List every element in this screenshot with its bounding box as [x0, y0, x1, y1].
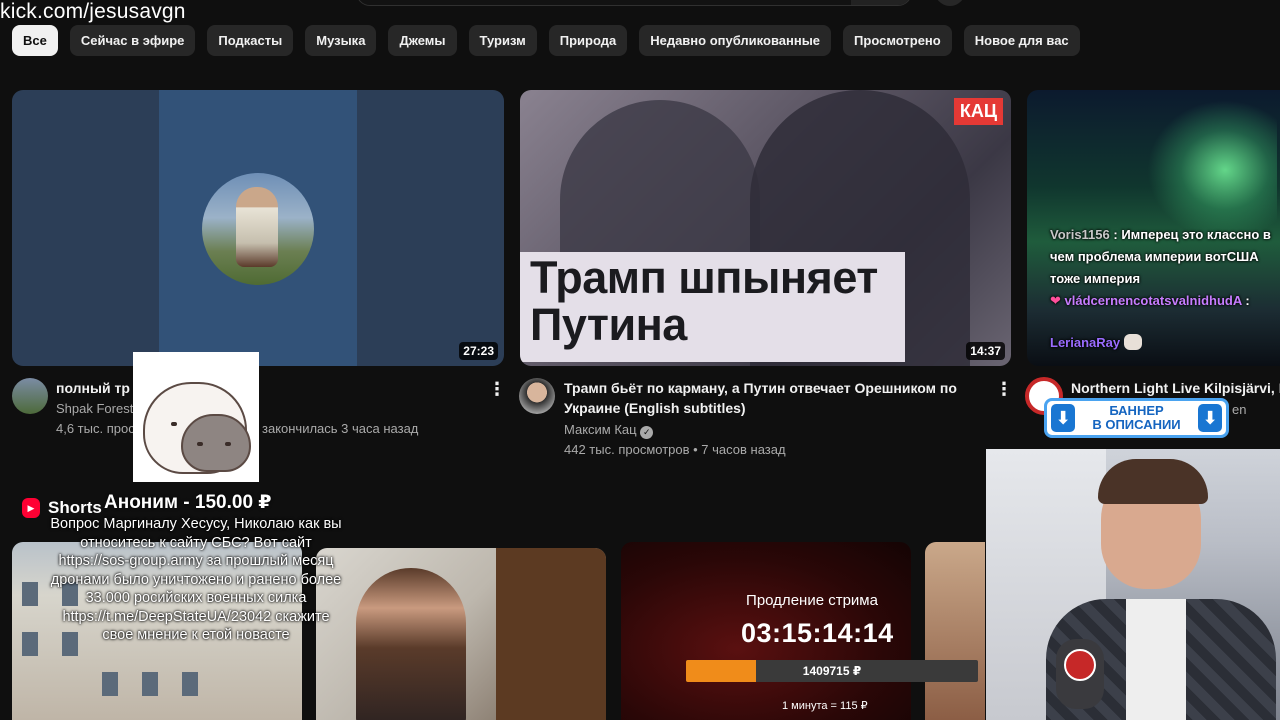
chat-overlay: Voris1156 : Имперец это классно в чем пр…	[1050, 224, 1278, 354]
verified-icon: ✓	[640, 426, 654, 439]
webcam-overlay	[986, 449, 1280, 720]
video-thumbnail-2[interactable]: Трамп шпыняет Путина КАЦ 14:37	[520, 90, 1011, 366]
video-meta: en	[1232, 402, 1247, 417]
more-vert-icon[interactable]: ⋮	[994, 379, 1014, 399]
stream-url-overlay: kick.com/jesusavgn	[0, 0, 186, 23]
channel-avatar[interactable]	[519, 378, 555, 414]
youtube-page: kick.com/jesusavgn Все Сейчас в эфире По…	[0, 0, 1280, 720]
stream-extend-timer: 03:15:14:14	[741, 618, 894, 648]
video-title[interactable]: Трамп бьёт по карману, а Путин отвечает …	[564, 378, 980, 418]
chat-message: Voris1156 : Имперец это классно в чем пр…	[1050, 224, 1278, 290]
short-thumbnail-2[interactable]	[316, 548, 606, 720]
banner-in-description: ⬇ БАННЕР В ОПИСАНИИ ⬇	[1044, 398, 1229, 438]
chip-watched[interactable]: Просмотрено	[843, 25, 952, 56]
stream-extend-widget: Продление стрима 03:15:14:14 1409715 ₽ 1…	[686, 592, 978, 712]
chip-nature[interactable]: Природа	[548, 25, 628, 56]
donation-sticker	[133, 352, 259, 482]
chat-username: LerianaRay	[1050, 335, 1121, 350]
stream-extend-rate: 1 минута = 115 ₽	[782, 700, 868, 712]
video-title[interactable]: Northern Light Live Kilpisjärvi, F	[1071, 378, 1280, 398]
video-stream-ended: закончилась 3 часа назад	[262, 421, 419, 436]
chip-all[interactable]: Все	[12, 25, 58, 56]
cat-emote-icon	[1123, 334, 1142, 350]
stream-extend-progress: 1409715 ₽	[686, 660, 978, 682]
heart-icon: ❤	[1050, 293, 1061, 308]
chat-message: ❤ vládcernencotatsvalnidhudA :	[1050, 290, 1278, 312]
shorts-icon: ▶	[22, 498, 40, 518]
channel-name[interactable]: Максим Кац ✓	[564, 420, 654, 440]
search-button[interactable]	[851, 0, 911, 5]
channel-name[interactable]: Shpak Forest	[56, 399, 133, 419]
chip-live[interactable]: Сейчас в эфире	[69, 25, 196, 56]
channel-badge: КАЦ	[953, 98, 1003, 125]
mic-badge	[1064, 649, 1096, 681]
search-bar[interactable]	[356, 0, 912, 6]
video-duration: 14:37	[966, 342, 1005, 360]
arrow-down-icon: ⬇	[1051, 404, 1075, 432]
chip-recent[interactable]: Недавно опубликованные	[639, 25, 832, 56]
donation-donor: Аноним - 150.00 ₽	[104, 492, 272, 513]
stream-extend-amount: 1409715 ₽	[802, 664, 862, 678]
voice-search-button[interactable]	[934, 0, 966, 6]
arrow-down-icon: ⬇	[1197, 404, 1222, 432]
chat-username: Voris1156	[1050, 227, 1110, 242]
chat-message: LerianaRay	[1050, 332, 1278, 354]
chip-new-for-you[interactable]: Новое для вас	[963, 25, 1080, 56]
video-views: 442 тыс. просмотров • 7 часов назад	[564, 442, 786, 457]
channel-photo	[202, 173, 314, 285]
chip-tourism[interactable]: Туризм	[468, 25, 537, 56]
chip-jams[interactable]: Джемы	[388, 25, 457, 56]
video-views: 4,6 тыс. прос	[56, 421, 135, 436]
donation-message: Вопрос Маргиналу Хесусу, Николаю как вы …	[50, 516, 342, 643]
video-duration: 27:23	[459, 342, 498, 360]
thumbnail-headline: Трамп шпыняет Путина	[530, 252, 878, 350]
video-title[interactable]: полный тр	[56, 378, 130, 398]
more-vert-icon[interactable]: ⋮	[487, 379, 507, 399]
stream-extend-label: Продление стрима	[746, 592, 878, 609]
channel-avatar[interactable]	[12, 378, 48, 414]
video-thumbnail-1[interactable]: 27:23	[12, 90, 504, 366]
short-thumbnail-4[interactable]	[925, 542, 985, 720]
chip-music[interactable]: Музыка	[305, 25, 377, 56]
chat-username: vládcernencotatsvalnidhudA	[1064, 293, 1242, 308]
filter-chips: Все Сейчас в эфире Подкасты Музыка Джемы…	[12, 25, 1080, 56]
chat-text: :	[1245, 293, 1250, 308]
chip-podcasts[interactable]: Подкасты	[207, 25, 294, 56]
